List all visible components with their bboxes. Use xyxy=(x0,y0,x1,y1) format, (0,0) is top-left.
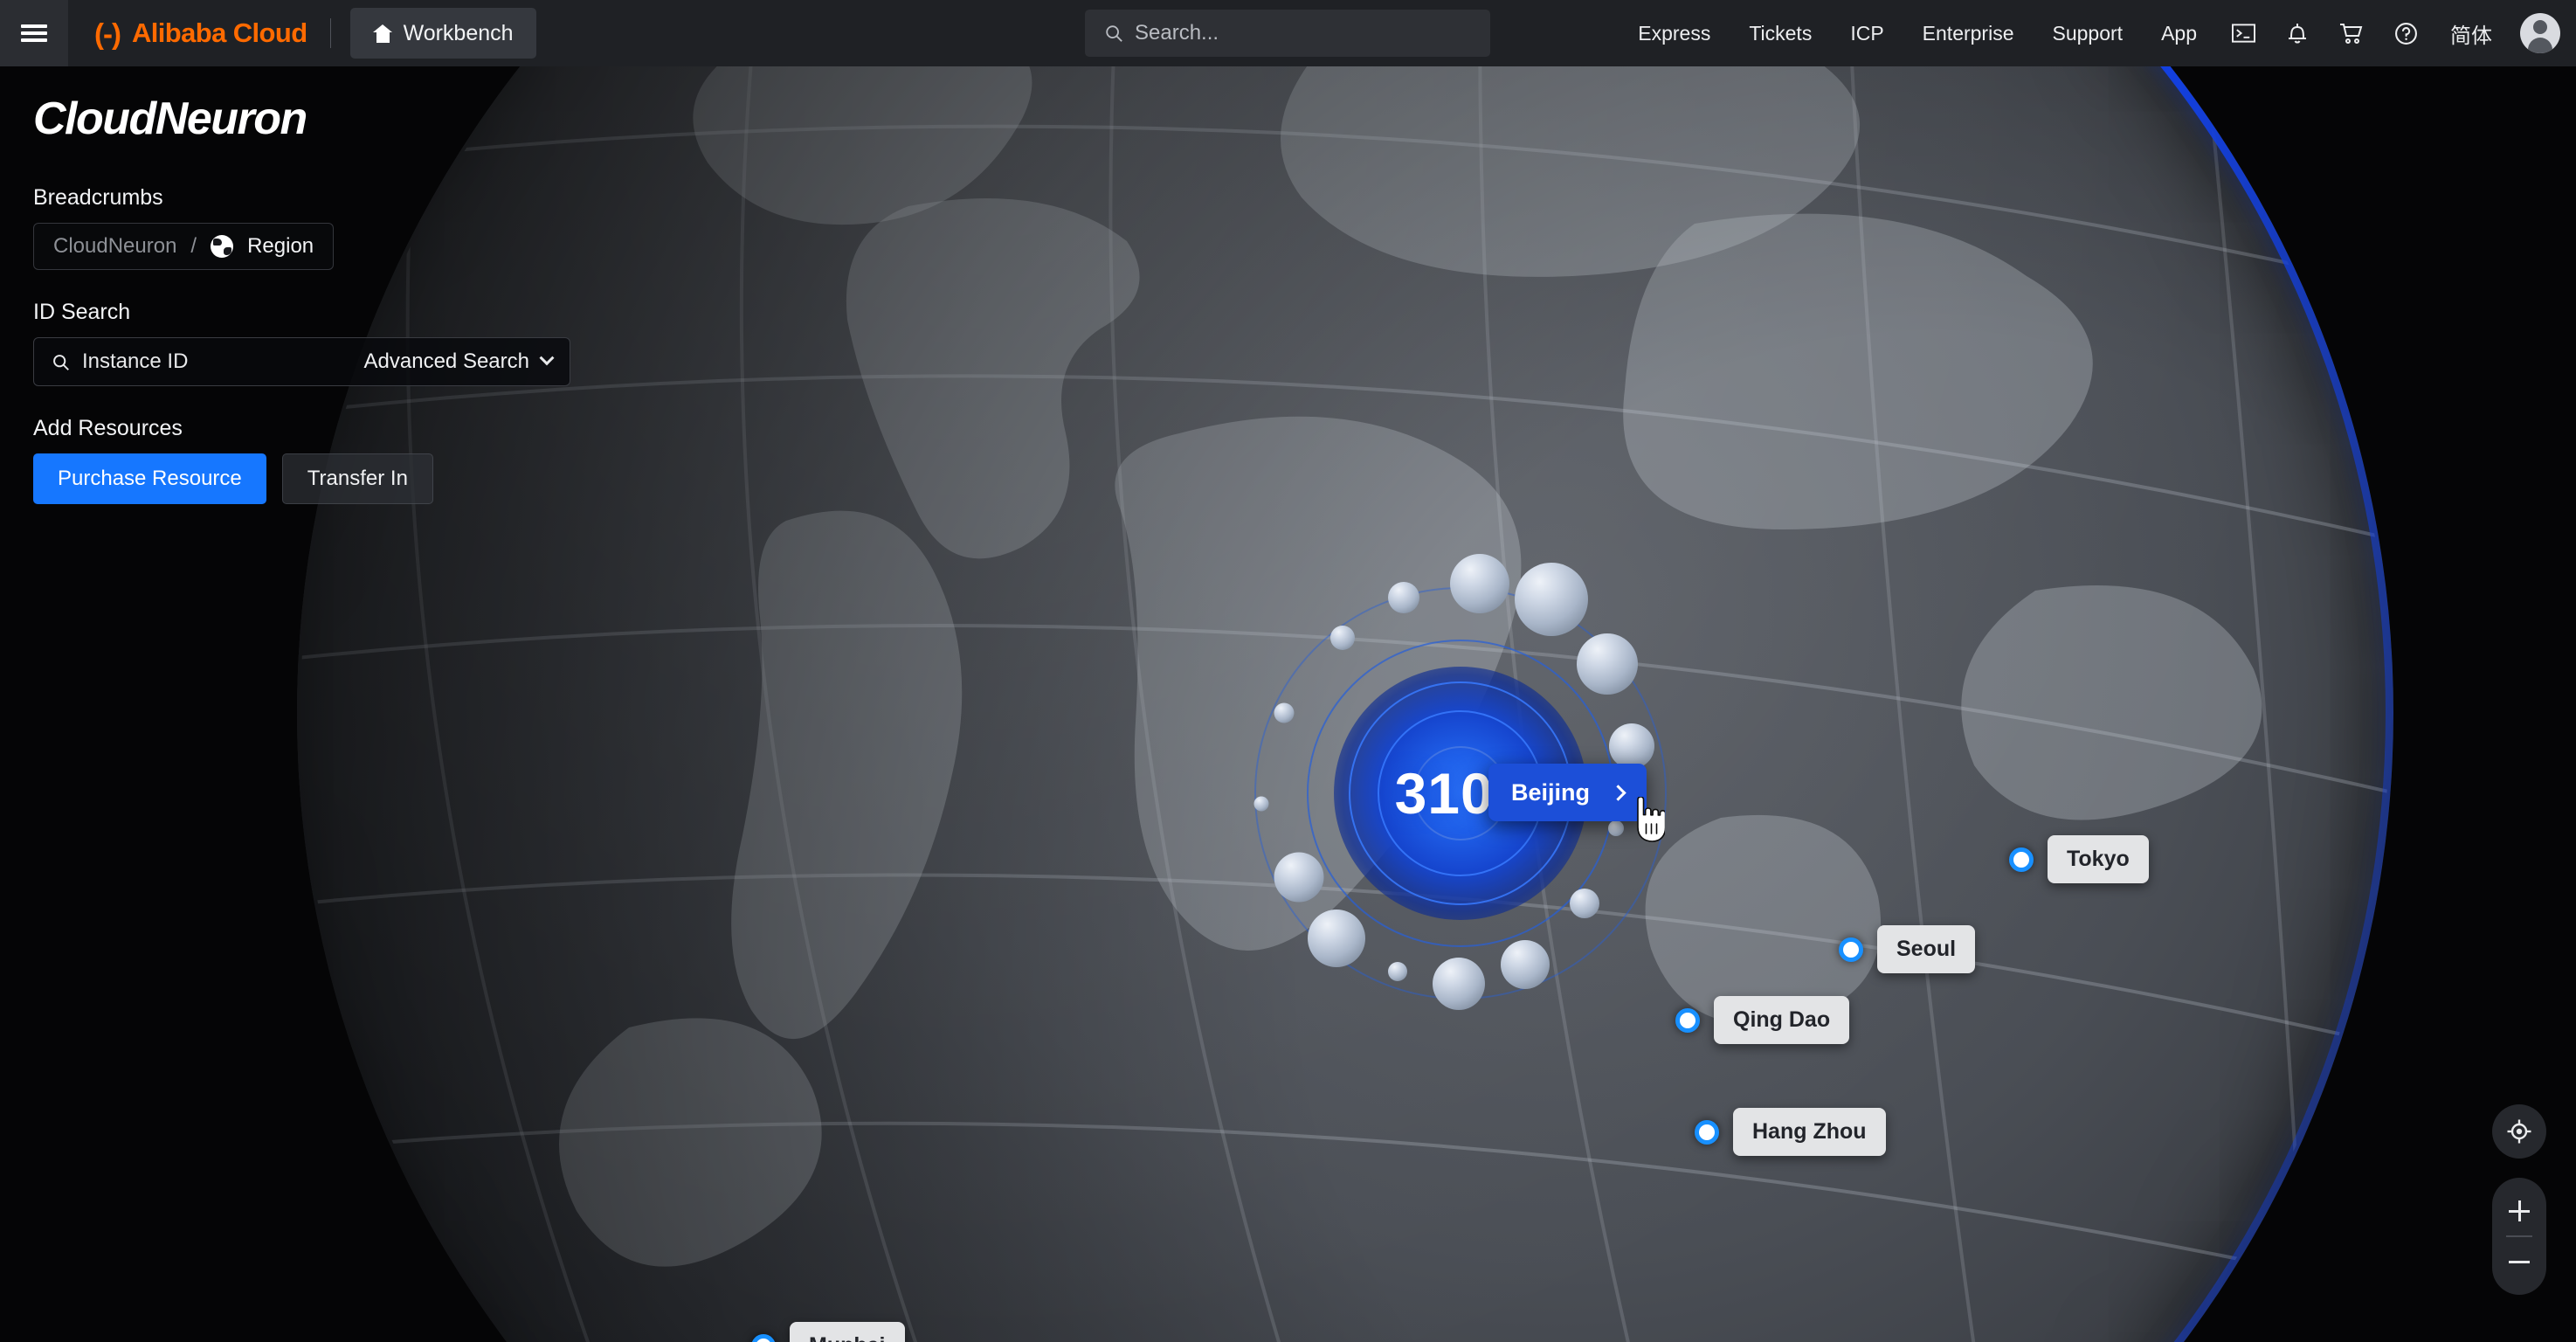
city-marker-hang-zhou[interactable]: Hang Zhou xyxy=(1695,1108,1886,1156)
resource-orb xyxy=(1609,723,1654,769)
resource-orb xyxy=(1274,852,1324,903)
city-label[interactable]: Tokyo xyxy=(2048,835,2149,883)
resource-orb xyxy=(1501,940,1550,989)
id-search-section: ID Search Instance ID Advanced Search xyxy=(33,300,570,386)
terminal-icon[interactable] xyxy=(2216,6,2270,60)
language-switch[interactable]: 简体 xyxy=(2433,18,2510,49)
top-nav-links: Express Tickets ICP Enterprise Support A… xyxy=(1619,0,2576,66)
resource-orb xyxy=(1450,554,1509,613)
search-icon xyxy=(1106,25,1122,42)
map-pin-icon[interactable] xyxy=(751,1333,776,1342)
help-icon[interactable] xyxy=(2379,6,2433,60)
region-button-beijing[interactable]: Beijing xyxy=(1488,764,1647,821)
global-search-input[interactable]: Search... xyxy=(1085,10,1490,57)
breadcrumb-item-cloudneuron[interactable]: CloudNeuron xyxy=(53,234,176,259)
zoom-controls xyxy=(2492,1178,2546,1295)
city-label[interactable]: Munbai xyxy=(790,1322,905,1342)
id-search-heading: ID Search xyxy=(33,300,131,324)
breadcrumb-item-region[interactable]: Region xyxy=(247,234,314,259)
map-pin-icon[interactable] xyxy=(2009,847,2034,872)
hamburger-bar xyxy=(21,38,47,42)
app-root: (-) Alibaba Cloud Workbench Search... Ex… xyxy=(0,0,2576,1342)
user-avatar[interactable] xyxy=(2520,13,2560,53)
region-button-label: Beijing xyxy=(1511,778,1591,806)
nav-link-tickets[interactable]: Tickets xyxy=(1730,22,1831,45)
alibaba-cloud-logo[interactable]: (-) Alibaba Cloud xyxy=(94,17,307,49)
breadcrumb[interactable]: CloudNeuron / Region xyxy=(33,223,335,270)
purchase-resource-button[interactable]: Purchase Resource xyxy=(33,453,266,504)
divider xyxy=(329,18,331,48)
resource-orb xyxy=(1608,820,1624,836)
instance-id-placeholder: Instance ID xyxy=(82,349,189,373)
hamburger-menu-icon[interactable] xyxy=(0,0,68,66)
add-resources-heading: Add Resources xyxy=(33,416,183,440)
city-label[interactable]: Hang Zhou xyxy=(1733,1108,1886,1156)
chevron-down-icon xyxy=(539,350,555,366)
add-resources-buttons: Purchase Resource Transfer In xyxy=(33,453,543,504)
resource-orb xyxy=(1433,958,1485,1010)
resource-orb xyxy=(1388,962,1407,981)
advanced-search-label: Advanced Search xyxy=(363,349,529,373)
nav-link-app[interactable]: App xyxy=(2142,22,2216,45)
map-pin-icon[interactable] xyxy=(1675,1007,1700,1033)
globe-icon xyxy=(211,235,234,258)
map-pin-icon[interactable] xyxy=(1695,1119,1719,1145)
breadcrumbs-heading: Breadcrumbs xyxy=(33,185,163,210)
resource-orb xyxy=(1570,889,1599,918)
chevron-right-icon xyxy=(1610,784,1626,801)
resource-orb xyxy=(1274,702,1295,723)
nav-link-support[interactable]: Support xyxy=(2034,22,2143,45)
city-marker-munbai[interactable]: Munbai xyxy=(751,1322,905,1342)
city-label[interactable]: Qing Dao xyxy=(1714,996,1850,1044)
breadcrumbs-section: Breadcrumbs CloudNeuron / Region xyxy=(33,185,543,270)
map-pin-icon[interactable] xyxy=(1839,937,1863,962)
resource-orb xyxy=(1253,796,1269,812)
search-icon xyxy=(53,354,69,370)
global-search-placeholder: Search... xyxy=(1135,21,1219,45)
left-control-panel: CloudNeuron Breadcrumbs CloudNeuron / Re… xyxy=(0,66,577,560)
nav-link-enterprise[interactable]: Enterprise xyxy=(1903,22,2034,45)
resource-orb xyxy=(1515,563,1588,636)
city-marker-qing-dao[interactable]: Qing Dao xyxy=(1675,996,1850,1044)
city-marker-tokyo[interactable]: Tokyo xyxy=(2009,835,2149,883)
alibaba-cloud-mark-icon: (-) xyxy=(94,17,121,50)
workbench-label: Workbench xyxy=(403,20,514,45)
hamburger-bar xyxy=(21,31,47,35)
resource-orb xyxy=(1577,633,1638,695)
minus-icon xyxy=(2509,1260,2530,1263)
alibaba-cloud-wordmark: Alibaba Cloud xyxy=(131,17,307,48)
cart-icon[interactable] xyxy=(2324,6,2379,60)
transfer-in-button[interactable]: Transfer In xyxy=(281,453,433,504)
home-icon xyxy=(372,24,393,43)
crosshair-icon[interactable] xyxy=(2492,1104,2546,1159)
instance-id-search-field[interactable]: Instance ID Advanced Search xyxy=(33,337,570,386)
add-resources-section: Add Resources Purchase Resource Transfer… xyxy=(33,416,543,504)
resource-orb xyxy=(1388,582,1419,613)
plus-icon xyxy=(2509,1200,2530,1221)
city-label[interactable]: Seoul xyxy=(1877,925,1976,973)
resource-orb xyxy=(1308,910,1365,967)
cloudneuron-logo: CloudNeuron xyxy=(33,93,307,144)
workbench-button[interactable]: Workbench xyxy=(349,8,536,59)
top-navigation-bar: (-) Alibaba Cloud Workbench Search... Ex… xyxy=(0,0,2576,66)
resource-orb xyxy=(1330,626,1355,650)
nav-link-icp[interactable]: ICP xyxy=(1831,22,1903,45)
map-controls xyxy=(2492,1104,2546,1295)
advanced-search-toggle[interactable]: Advanced Search xyxy=(363,349,555,374)
hamburger-bar xyxy=(21,24,47,28)
zoom-in-button[interactable] xyxy=(2492,1186,2546,1235)
bell-icon[interactable] xyxy=(2270,6,2324,60)
nav-link-express[interactable]: Express xyxy=(1619,22,1730,45)
breadcrumb-separator: / xyxy=(190,234,197,258)
zoom-out-button[interactable] xyxy=(2492,1237,2546,1286)
city-marker-seoul[interactable]: Seoul xyxy=(1839,925,1976,973)
